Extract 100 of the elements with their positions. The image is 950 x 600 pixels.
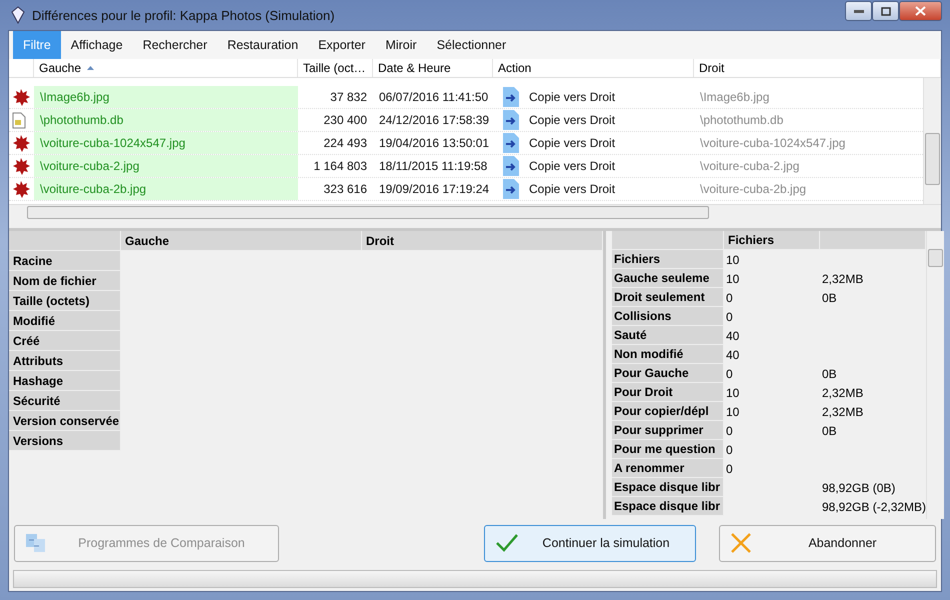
table-cell-text: 1 164 803 [312,158,368,176]
table-cell-text: 0B [821,290,838,307]
row-label: Espace disque libr [612,497,724,516]
row-label: Sauté [612,326,724,346]
copy-right-icon [503,133,519,154]
table-cell-text: 0 [725,366,734,383]
row-label: Pour me question [612,440,724,460]
sort-ascending-icon [87,66,94,70]
document-icon [12,112,26,129]
row-label: Nom de fichier [9,271,121,292]
maximize-icon [880,6,890,16]
row-label: Racine [9,251,121,272]
row-label: Sécurité [9,391,121,412]
row-label: Pour Droit [612,383,724,402]
minimize-button[interactable] [845,1,872,21]
row-label: Pour supprimer [612,421,724,440]
copy-right-icon [503,179,519,200]
table-cell: Copie vers Droit [529,159,616,174]
table-cell-text: \photothumb.db [699,112,784,130]
dialog-button[interactable]: Abandonner [719,524,936,562]
table-cell: Copie vers Droit [529,90,616,104]
copy-right-icon [503,87,519,108]
menu-item[interactable]: Restauration [217,31,308,59]
image-file-icon [12,134,30,152]
maximize-button[interactable] [872,1,899,21]
app-icon [10,6,26,24]
column-header[interactable]: Gauche [34,58,298,78]
table-cell-text: 06/07/2016 11:41:50 [378,89,490,106]
table-cell-text: 40 [725,346,740,364]
menu-item[interactable]: Exporter [308,31,376,59]
table-cell-text: \voiture-cuba-1024x547.jpg [699,135,846,152]
row-label: A renommer [612,459,724,478]
table-cell-text: 0B [821,422,838,440]
table-cell-text: \voiture-cuba-2.jpg [699,158,800,176]
row-label: Fichiers [612,250,724,270]
table-cell-text: 0B [821,366,838,383]
close-button[interactable] [899,1,942,21]
table-cell: Copie vers Droit [529,113,616,128]
column-header[interactable]: Taille (oct… [298,58,373,78]
table-cell-text: 10 [725,270,740,288]
table-cell-text: 98,92GB (0B) [821,480,896,497]
minimize-icon [854,10,864,12]
image-file-icon [12,180,30,198]
row-label: Taille (octets) [9,291,121,312]
table-cell-text: 37 832 [329,89,368,106]
menu-item[interactable]: Rechercher [132,31,218,59]
window-title: Différences pour le profil: Kappa Photos (Simulation) [32,8,336,22]
table-cell-text: 40 [725,328,740,345]
table-cell: \voiture-cuba-1024x547.jpg [34,132,298,154]
table-cell: \photothumb.db [34,109,298,132]
table-cell-text: 0 [725,460,734,478]
table-cell-text: 323 616 [322,181,368,198]
copy-right-icon [503,110,519,130]
table-cell-text: 10 [725,252,740,269]
table-cell-text: 18/11/2015 11:19:58 [378,158,488,176]
table-cell-text: 0 [725,422,734,440]
image-file-icon [12,88,30,106]
column-header[interactable]: Date & Heure [373,58,493,78]
table-cell: Copie vers Droit [529,182,616,196]
column-header[interactable]: Droit [694,58,941,78]
row-label: Droit seulement [612,288,724,308]
table-cell-text: 10 [725,404,740,421]
table-cell-text: 2,32MB [821,384,864,402]
row-label: Créé [9,331,121,352]
column-header: Droit [362,231,603,252]
row-label: Modifié [9,311,121,332]
dialog-button[interactable]: Continuer la simulation [484,524,696,562]
table-cell-text: 224 493 [322,135,368,152]
row-label: Hashage [9,371,121,392]
table-cell-text: 10 [725,384,740,402]
table-cell-text: 2,32MB [821,270,864,288]
table-cell-text: \Image6b.jpg [699,89,770,106]
row-label: Espace disque libr [612,478,724,498]
table-cell-text: 19/09/2016 17:19:24 [378,181,490,198]
vertical-scrollbar[interactable] [923,78,941,204]
row-label: Non modifié [612,345,724,364]
copy-right-icon [503,156,519,176]
checkmark-icon [495,533,519,554]
vertical-scrollbar[interactable] [926,231,944,519]
column-header[interactable]: Action [493,58,694,78]
table-cell-text: 0 [725,290,734,307]
table-cell-text: \voiture-cuba-2b.jpg [699,181,808,198]
menu-item[interactable]: Sélectionner [426,31,516,59]
menu-item[interactable]: Miroir [375,31,427,59]
table-cell-text: 230 400 [322,112,368,130]
table-cell-text: 98,92GB (-2,32MB) [821,498,926,516]
horizontal-scrollbar[interactable] [9,204,941,220]
table-cell: \Image6b.jpg [34,86,298,108]
table-cell-text: 0 [725,308,734,326]
row-label: Pour Gauche [612,364,724,384]
row-label: Collisions [612,307,724,326]
table-cell-text: 2,32MB [821,404,864,421]
row-label: Attributs [9,351,121,372]
column-header: Gauche [121,231,362,252]
column-header: Fichiers [724,231,820,250]
row-label: Versions [9,431,121,452]
menu-item[interactable]: Affichage [60,31,133,59]
row-label: Gauche seuleme [612,269,724,288]
table-cell-text: 24/12/2016 17:58:39 [378,112,490,130]
image-file-icon [12,157,30,176]
